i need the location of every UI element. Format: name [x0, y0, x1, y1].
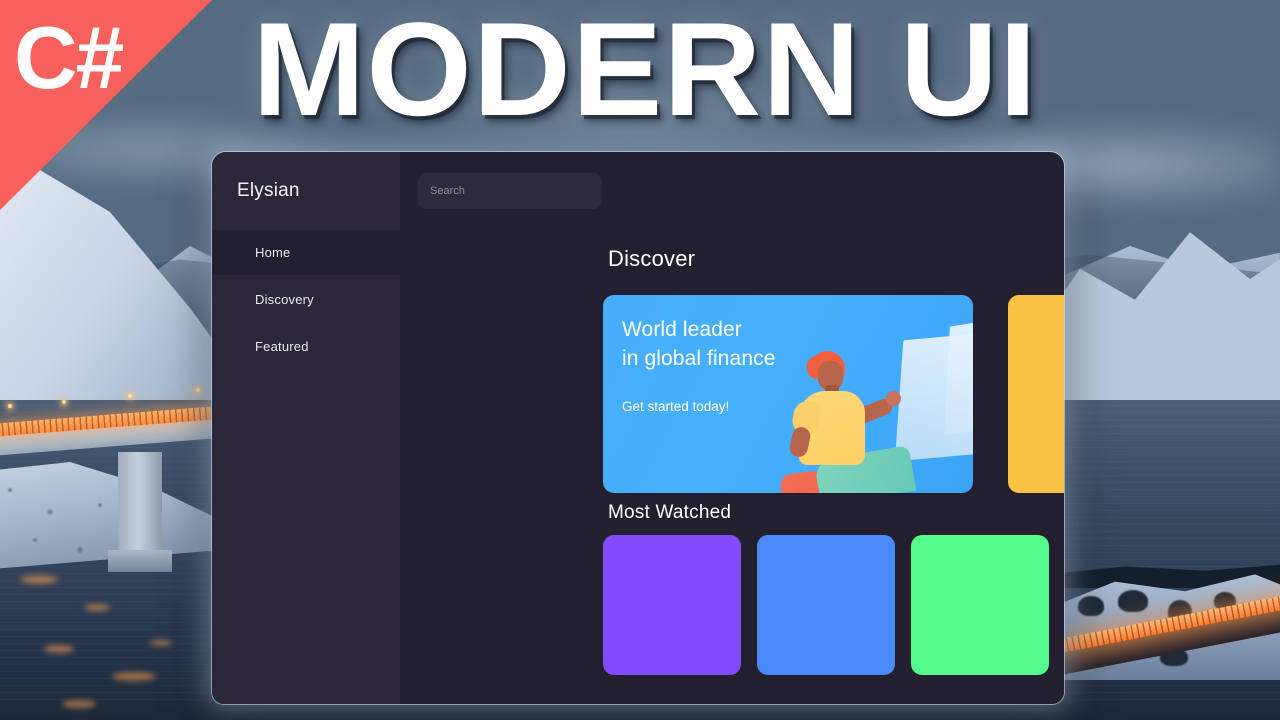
- sidebar: Elysian Home Discovery Featured: [212, 152, 400, 704]
- csharp-badge-label: C#: [14, 8, 124, 107]
- top-bar: [400, 152, 1064, 230]
- app-brand-title: Elysian: [237, 180, 300, 201]
- water-reflection: [44, 645, 74, 653]
- banner-headline-line1: World leader: [622, 318, 742, 341]
- sidebar-item-label: Home: [255, 245, 291, 260]
- sidebar-item-label: Featured: [255, 339, 309, 354]
- most-watched-tile-purple[interactable]: [603, 535, 741, 675]
- sidebar-item-label: Discovery: [255, 292, 314, 307]
- shrub: [1118, 590, 1148, 612]
- most-watched-tile-blue[interactable]: [757, 535, 895, 675]
- main-content: Discover World leader in global finance …: [400, 152, 1064, 704]
- promo-banner-card[interactable]: World leader in global finance Get start…: [603, 295, 973, 493]
- page-title: MODERN UI: [252, 0, 1038, 144]
- water-reflection: [112, 672, 156, 681]
- water-reflection: [150, 640, 172, 646]
- water-reflection: [62, 700, 96, 708]
- screen-panel-icon: [894, 332, 973, 462]
- most-watched-tile-green[interactable]: [911, 535, 1049, 675]
- water-reflection: [20, 575, 58, 584]
- discover-card-row: World leader in global finance Get start…: [603, 295, 1064, 493]
- water-reflection: [84, 604, 110, 611]
- banner-subtitle: Get started today!: [622, 399, 730, 414]
- lamp-light: [8, 404, 12, 408]
- illustration-hand: [886, 391, 901, 406]
- search-input[interactable]: [418, 173, 602, 209]
- discover-heading: Discover: [608, 246, 696, 271]
- sidebar-item-featured[interactable]: Featured: [212, 324, 400, 369]
- app-window: Elysian Home Discovery Featured Discover…: [212, 152, 1064, 704]
- most-watched-row: [603, 535, 1064, 675]
- sidebar-item-home[interactable]: Home: [212, 230, 400, 275]
- shrub: [1078, 596, 1104, 616]
- discover-card-amber[interactable]: [1008, 295, 1064, 493]
- lamp-light: [128, 394, 132, 398]
- banner-headline-line2: in global finance: [622, 347, 776, 370]
- most-watched-heading: Most Watched: [608, 502, 732, 523]
- lamp-light: [196, 388, 200, 392]
- sidebar-item-discovery[interactable]: Discovery: [212, 277, 400, 322]
- lamp-light: [62, 400, 66, 404]
- bridge-pier-base: [108, 550, 172, 572]
